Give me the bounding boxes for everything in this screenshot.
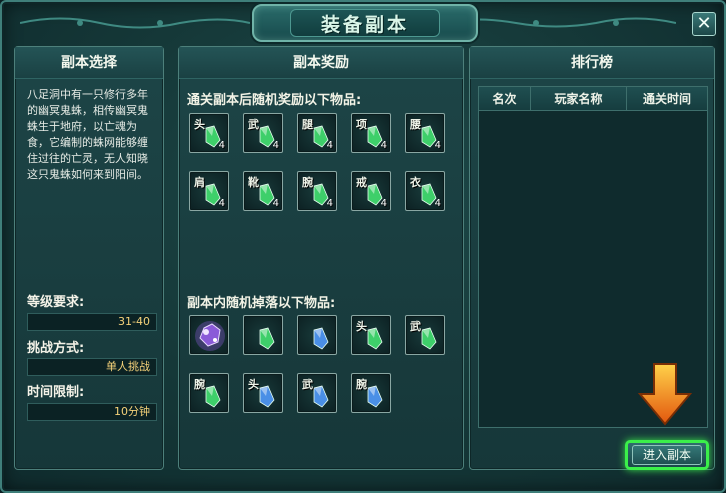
item-type-label: 腿 <box>302 118 313 131</box>
drop-reward-label: 副本内随机掉落以下物品: <box>187 296 336 311</box>
item-type-label: 头 <box>356 320 367 333</box>
item-type-label: 戒 <box>356 176 367 189</box>
drop-reward-slot[interactable] <box>189 315 229 355</box>
item-type-label: 腕 <box>194 378 205 391</box>
clear-reward-slot[interactable]: 靴4 <box>243 171 283 211</box>
item-count: 4 <box>218 198 225 209</box>
ranking-header: 名次 玩家名称 通关时间 <box>479 87 707 111</box>
mode-label: 挑战方式: <box>27 341 85 356</box>
drop-reward-slot[interactable] <box>297 315 337 355</box>
clear-reward-slot[interactable]: 腰4 <box>405 113 445 153</box>
drop-reward-slot[interactable]: 武 <box>297 373 337 413</box>
mode-value: 单人挑战 <box>27 358 157 376</box>
item-count: 4 <box>434 198 441 209</box>
dungeon-description: 八足洞中有一只修行多年的幽冥鬼蛛，相传幽冥鬼蛛生于地府，以亡魂为食，它编制的蛛网… <box>27 88 148 181</box>
drop-reward-slot[interactable]: 头 <box>351 315 391 355</box>
dungeon-window: 装备副本 ✕ 副本选择 八足洞中有一只修行多年的幽冥鬼蛛，相传幽冥鬼蛛生于地府，… <box>0 0 726 493</box>
item-type-label: 头 <box>248 378 259 391</box>
close-icon: ✕ <box>696 13 712 34</box>
item-count: 4 <box>272 198 279 209</box>
drop-reward-slot[interactable]: 头 <box>243 373 283 413</box>
item-count: 4 <box>326 198 333 209</box>
column-clear-time[interactable]: 通关时间 <box>627 87 707 110</box>
item-type-label: 武 <box>248 118 259 131</box>
column-player-name[interactable]: 玩家名称 <box>531 87 627 110</box>
down-arrow-icon <box>637 363 693 426</box>
item-count: 4 <box>326 140 333 151</box>
clear-reward-slot[interactable]: 头4 <box>189 113 229 153</box>
title-ornament-left <box>20 17 250 29</box>
title-ornament-right <box>446 17 676 28</box>
dungeon-select-panel: 副本选择 八足洞中有一只修行多年的幽冥鬼蛛，相传幽冥鬼蛛生于地府，以亡魂为食，它… <box>14 46 164 470</box>
item-type-label: 衣 <box>410 176 421 189</box>
item-type-label: 头 <box>194 118 205 131</box>
time-label: 时间限制: <box>27 385 85 400</box>
reward-panel-title: 副本奖励 <box>179 47 463 79</box>
clear-reward-slot[interactable]: 腿4 <box>297 113 337 153</box>
item-type-label: 腕 <box>302 176 313 189</box>
item-count: 4 <box>434 140 441 151</box>
clear-reward-slot[interactable]: 衣4 <box>405 171 445 211</box>
column-rank[interactable]: 名次 <box>479 87 531 110</box>
ranking-title: 排行榜 <box>470 47 714 79</box>
time-value: 10分钟 <box>27 403 157 421</box>
clear-reward-label: 通关副本后随机奖励以下物品: <box>187 93 362 108</box>
enter-dungeon-label: 进入副本 <box>632 445 702 465</box>
clear-reward-slot[interactable]: 武4 <box>243 113 283 153</box>
drop-reward-slot[interactable]: 腕 <box>189 373 229 413</box>
close-button[interactable]: ✕ <box>692 12 716 36</box>
dungeon-select-title: 副本选择 <box>15 47 163 79</box>
clear-reward-slot[interactable]: 腕4 <box>297 171 337 211</box>
window-title-plate: 装备副本 <box>252 4 478 42</box>
drop-reward-slot[interactable]: 腕 <box>351 373 391 413</box>
item-type-label: 腰 <box>410 118 421 131</box>
item-type-label: 腕 <box>356 378 367 391</box>
item-type-label: 靴 <box>248 176 259 189</box>
drop-reward-slot[interactable] <box>243 315 283 355</box>
item-type-label: 肩 <box>194 176 205 189</box>
level-value: 31-40 <box>27 313 157 331</box>
level-label: 等级要求: <box>27 295 85 310</box>
item-count: 4 <box>272 140 279 151</box>
clear-reward-slot[interactable]: 肩4 <box>189 171 229 211</box>
item-type-label: 武 <box>410 320 421 333</box>
window-title: 装备副本 <box>290 9 440 37</box>
item-count: 4 <box>380 198 387 209</box>
reward-panel: 副本奖励 通关副本后随机奖励以下物品: 头4武4腿4项4腰4肩4靴4腕4戒4衣4… <box>178 46 464 470</box>
clear-reward-slot[interactable]: 项4 <box>351 113 391 153</box>
enter-dungeon-button[interactable]: 进入副本 <box>625 440 709 470</box>
item-count: 4 <box>380 140 387 151</box>
item-count: 4 <box>218 140 225 151</box>
item-type-label: 武 <box>302 378 313 391</box>
item-type-label: 项 <box>356 118 367 131</box>
drop-reward-slot[interactable]: 武 <box>405 315 445 355</box>
clear-reward-slot[interactable]: 戒4 <box>351 171 391 211</box>
